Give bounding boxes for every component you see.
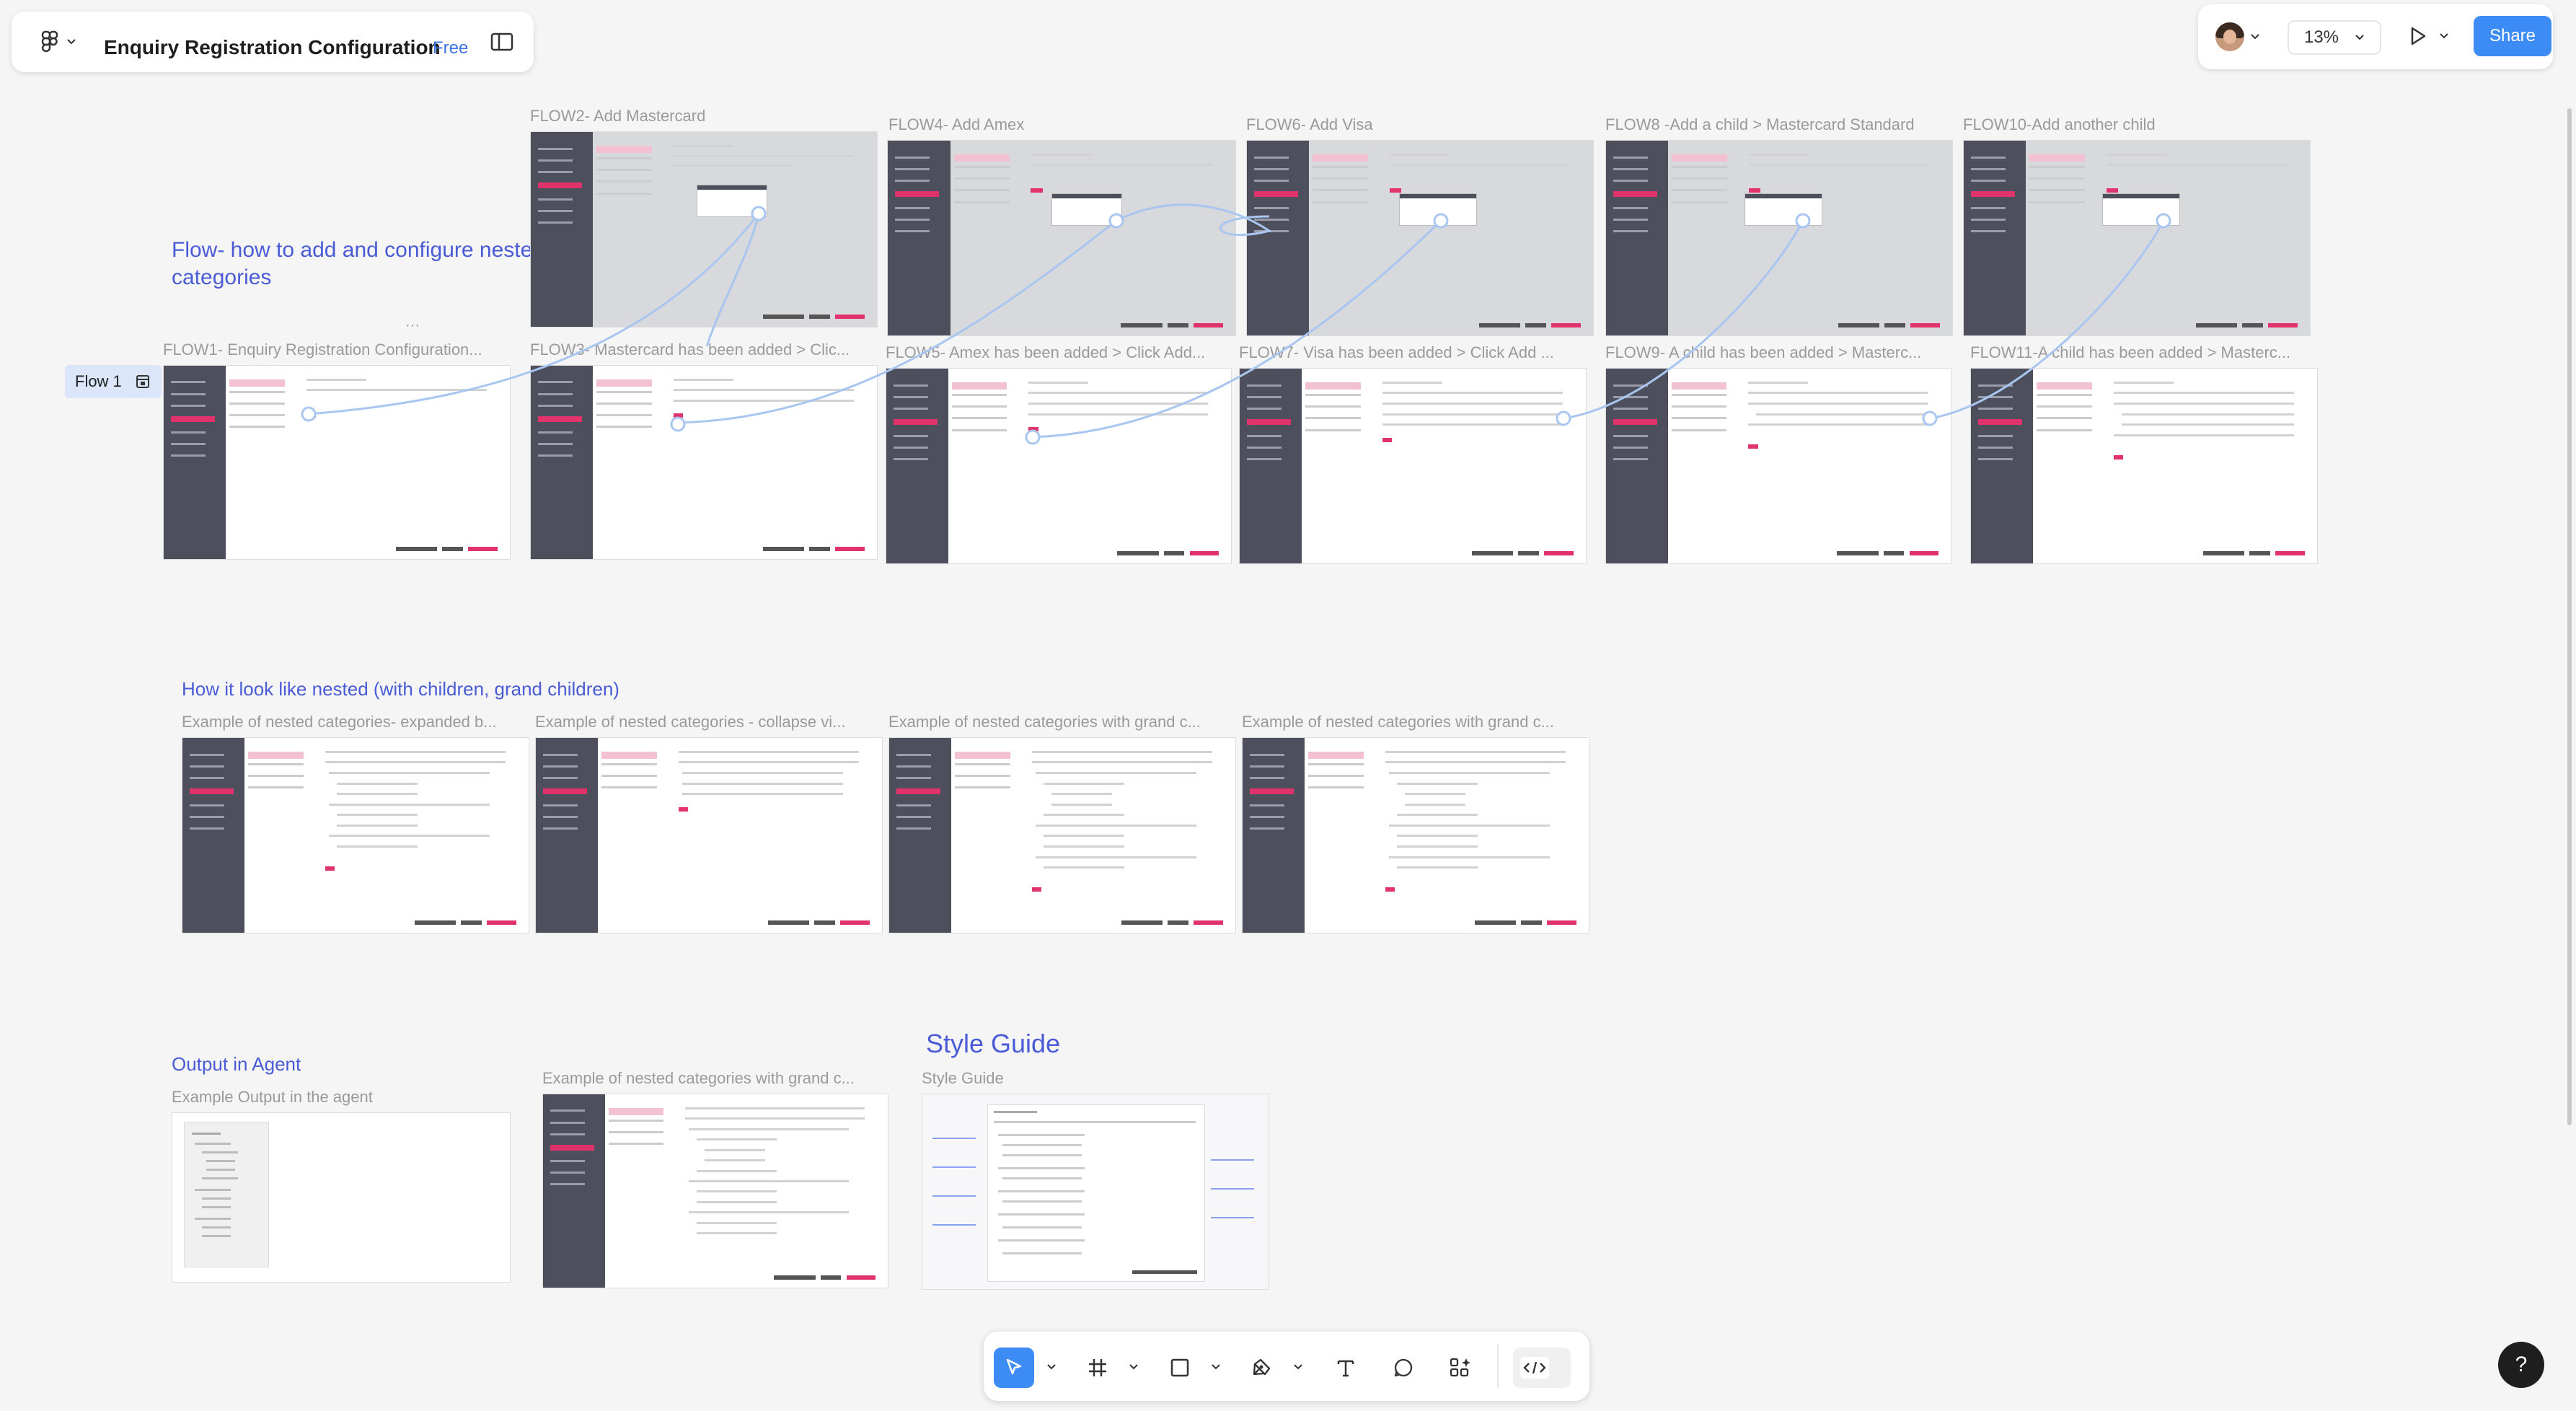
vertical-scrollbar[interactable] (2567, 108, 2572, 1125)
frame-flow1[interactable] (163, 365, 511, 560)
frame-label[interactable]: Example of nested categories with grand … (1242, 713, 1587, 731)
frame-output-agent[interactable] (172, 1112, 511, 1283)
frame-flow2[interactable] (530, 131, 878, 328)
frame-example-grandchildren-3[interactable] (542, 1094, 888, 1288)
frame-flow8[interactable] (1605, 140, 1953, 336)
frame-flow6[interactable] (1246, 140, 1594, 336)
help-button[interactable]: ? (2498, 1342, 2544, 1388)
frame-label[interactable]: Example of nested categories with grand … (888, 713, 1233, 731)
chevron-down-icon[interactable] (1128, 1361, 1139, 1372)
user-menu-button[interactable] (2213, 20, 2263, 53)
file-title[interactable]: Enquiry Registration Configuration (104, 36, 441, 59)
figma-logo-icon (41, 30, 58, 53)
more-icon: ··· (405, 317, 420, 333)
chevron-down-icon[interactable] (1210, 1361, 1222, 1372)
shape-tool-button[interactable] (1160, 1348, 1200, 1388)
frame-tool-button[interactable] (1077, 1348, 1118, 1388)
frame-flow3[interactable] (530, 365, 878, 560)
frame-label[interactable]: Example of nested categories with grand … (542, 1069, 881, 1088)
comment-icon (1394, 1358, 1413, 1377)
frame-example-expanded[interactable] (182, 737, 529, 933)
dev-mode-toggle[interactable] (1513, 1348, 1571, 1388)
frame-label[interactable]: Example Output in the agent (172, 1088, 489, 1107)
pen-icon (1253, 1358, 1271, 1376)
chevron-down-icon[interactable] (1046, 1361, 1057, 1372)
code-icon (1520, 1357, 1549, 1379)
frame-label[interactable]: Example of nested categories- expanded b… (182, 713, 526, 731)
frame-label[interactable]: Example of nested categories - collapse … (535, 713, 880, 731)
text-icon (1337, 1360, 1354, 1377)
frame-example-grandchildren-1[interactable] (888, 737, 1236, 933)
canvas[interactable]: { "header": { "file_title": "Enquiry Reg… (0, 0, 2576, 1411)
file-header: Enquiry Registration Configuration Free (12, 12, 534, 72)
top-right-toolbar: 13% Share (2198, 4, 2553, 69)
share-button[interactable]: Share (2474, 16, 2551, 56)
chevron-down-icon[interactable] (1292, 1361, 1304, 1372)
flow-tag-label: Flow 1 (75, 372, 122, 390)
frame-example-grandchildren-2[interactable] (1242, 737, 1589, 933)
zoom-menu-button[interactable]: 13% (2288, 20, 2381, 55)
cursor-icon (1006, 1358, 1022, 1375)
frame-label[interactable]: FLOW11-A child has been added > Masterc.… (1970, 343, 2313, 362)
frame-flow9[interactable] (1605, 368, 1951, 564)
frame-hash-icon (1089, 1359, 1106, 1376)
toolbar-divider (1497, 1345, 1499, 1388)
frame-flow10[interactable] (1963, 140, 2311, 336)
chevron-down-icon (2251, 34, 2259, 40)
frame-label[interactable]: FLOW9- A child has been added > Masterc.… (1605, 343, 1949, 362)
frame-label[interactable]: FLOW4- Add Amex (888, 115, 1235, 134)
flow-start-tag[interactable]: Flow 1 (65, 365, 162, 398)
text-tool-button[interactable] (1326, 1348, 1366, 1388)
frame-label[interactable]: FLOW2- Add Mastercard (530, 107, 869, 126)
avatar (2215, 22, 2244, 51)
rectangle-icon (1170, 1358, 1189, 1377)
play-icon (2411, 27, 2426, 45)
frame-label[interactable]: Style Guide (922, 1069, 1138, 1088)
frame-label[interactable]: FLOW10-Add another child (1963, 115, 2309, 134)
plan-badge[interactable]: Free (433, 38, 468, 58)
output-section-heading[interactable]: Output in Agent (172, 1053, 301, 1076)
frame-label[interactable]: FLOW7- Visa has been added > Click Add .… (1239, 343, 1584, 362)
flow-section-heading[interactable]: Flow- how to add and configure nested ca… (172, 237, 547, 291)
frame-example-collapsed[interactable] (535, 737, 883, 933)
frame-style-guide[interactable] (922, 1094, 1269, 1290)
chevron-down-icon (2440, 33, 2448, 39)
frame-flow5[interactable] (886, 368, 1232, 564)
frame-flow7[interactable] (1239, 368, 1587, 564)
style-guide-heading[interactable]: Style Guide (926, 1029, 1060, 1059)
zoom-level: 13% (2303, 27, 2339, 47)
nested-section-heading[interactable]: How it look like nested (with children, … (182, 678, 619, 700)
pen-tool-button[interactable] (1242, 1348, 1282, 1388)
sidebar-panel-icon (490, 32, 513, 51)
frame-flow11[interactable] (1970, 368, 2318, 564)
chevron-down-icon (67, 39, 76, 45)
frame-label[interactable]: FLOW6- Add Visa (1246, 115, 1592, 134)
frame-label[interactable]: FLOW3- Mastercard has been added > Clic.… (530, 340, 876, 359)
move-tool-button[interactable] (994, 1348, 1034, 1388)
sidebar-toggle-button[interactable] (488, 29, 516, 55)
frame-label[interactable]: FLOW1- Enquiry Registration Configuratio… (163, 340, 509, 359)
present-button[interactable] (2400, 20, 2458, 52)
chevron-down-icon (2355, 35, 2364, 40)
actions-tool-button[interactable] (1441, 1348, 1481, 1388)
bottom-toolbar (984, 1332, 1589, 1401)
frame-label[interactable]: FLOW8 -Add a child > Mastercard Standard (1605, 115, 1959, 134)
main-menu-button[interactable] (33, 27, 84, 56)
comment-tool-button[interactable] (1383, 1348, 1424, 1388)
components-icon (1450, 1358, 1470, 1377)
frame-label[interactable]: FLOW5- Amex has been added > Click Add..… (886, 343, 1229, 362)
flow-frame-icon (136, 375, 149, 388)
frame-flow4[interactable] (887, 140, 1236, 336)
